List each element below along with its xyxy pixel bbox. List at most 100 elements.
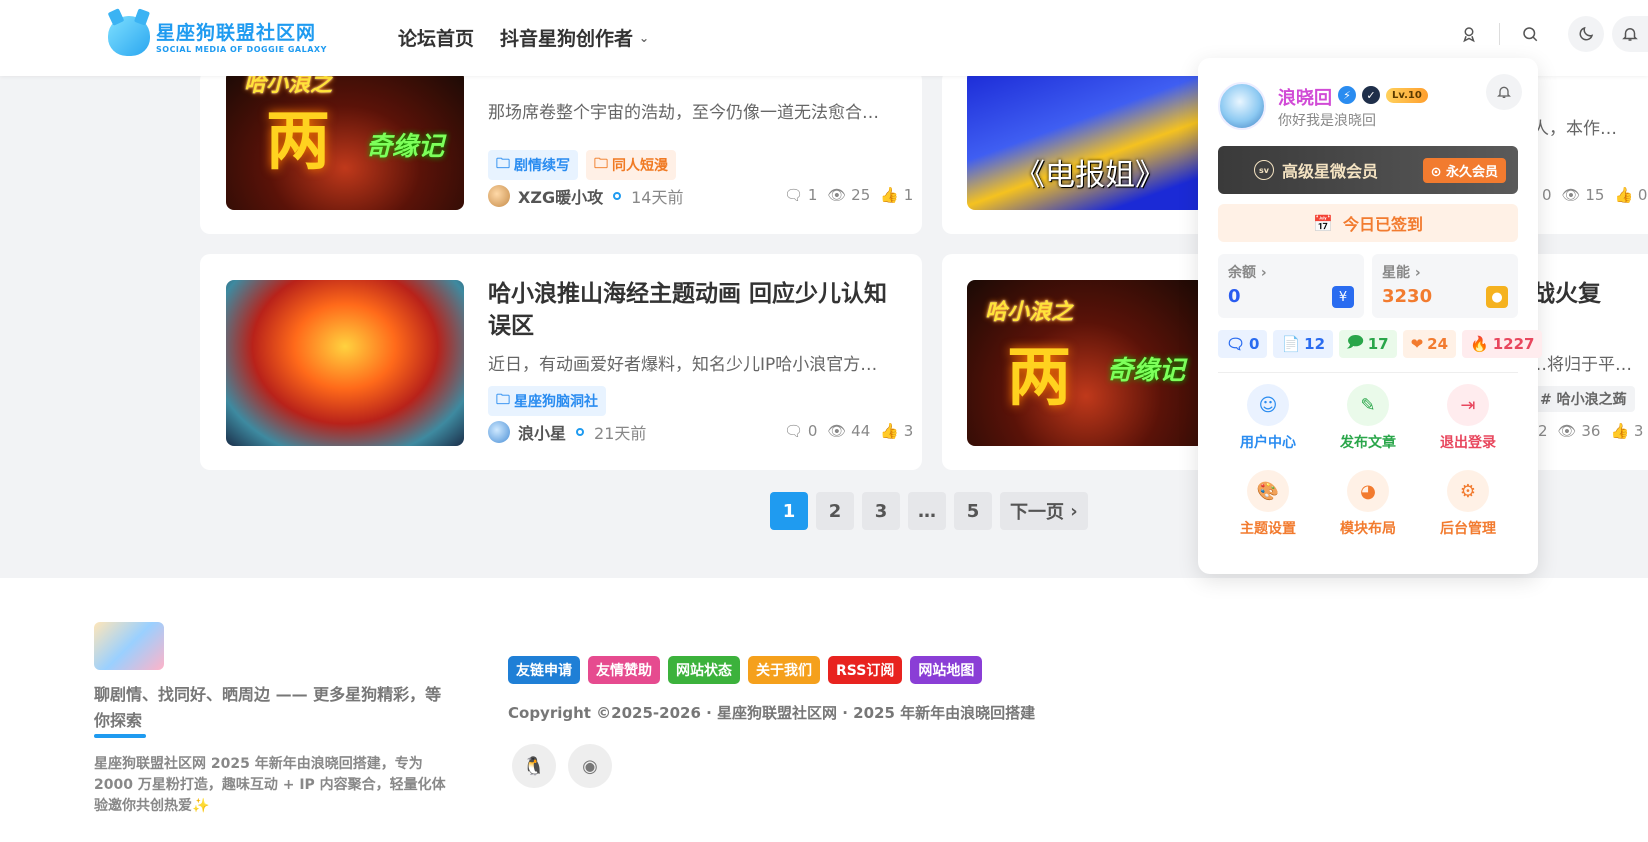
post-thumbnail[interactable]: 《电报姐》: [967, 70, 1205, 210]
link-rss[interactable]: RSS订阅: [828, 656, 903, 684]
thumb-side-text: 奇缘记: [366, 132, 445, 162]
site-logo[interactable]: 星座狗联盟社区网 SOCIAL MEDIA OF DOGGIE GALAXY: [108, 16, 327, 56]
tag-chip[interactable]: 🗀 同人短漫: [586, 150, 676, 180]
logo-title: 星座狗联盟社区网: [156, 22, 317, 44]
sv-badge-icon: sv: [1254, 160, 1274, 180]
energy-label: 星能 ›: [1382, 265, 1421, 281]
post-card[interactable]: 哈小浪推山海经主题动画 回应少儿认知误区 近日，有动画爱好者爆料，知名少儿IP哈…: [200, 254, 922, 470]
slogan-underline: [94, 734, 146, 738]
user-name[interactable]: 浪晓回: [1278, 84, 1332, 110]
panel-divider: [1218, 372, 1518, 373]
qq-icon[interactable]: 🐧: [512, 744, 556, 788]
folder-icon: 🗀: [496, 392, 510, 408]
energy-card[interactable]: 星能 › 3230 ●: [1372, 254, 1518, 318]
tag-chip[interactable]: # 哈小浪之蒟: [1532, 386, 1635, 412]
thumb-big-text: 两: [266, 105, 330, 179]
link-sitemap[interactable]: 网站地图: [910, 656, 983, 684]
nav-forum-home[interactable]: 论坛首页: [398, 24, 474, 51]
user-avatar[interactable]: [1218, 82, 1266, 130]
stat-comments[interactable]: 🗨 0: [1218, 330, 1268, 358]
yuan-icon: ¥: [1332, 286, 1354, 308]
page-3-button[interactable]: 3: [862, 492, 900, 530]
post-time: 21天前: [594, 424, 647, 443]
level-badge: Lv.10: [1386, 87, 1428, 103]
post-author[interactable]: 浪小星: [518, 420, 566, 444]
post-thumbnail[interactable]: 哈小浪之 两 奇缘记: [226, 70, 464, 210]
stat-hot[interactable]: 🔥 1227: [1462, 330, 1543, 358]
footer-description: 星座狗联盟社区网 2025 年新年由浪晓回搭建，专为 2000 万星粉打造，趣味…: [94, 756, 446, 814]
balance-card[interactable]: 余额 › 0 ¥: [1218, 254, 1364, 318]
edit-icon: ✎: [1347, 384, 1389, 426]
search-icon[interactable]: [1512, 16, 1548, 52]
thumb-caption: 《电报姐》: [1015, 158, 1165, 193]
user-icon: ☺: [1247, 384, 1289, 426]
balance-label: 余额 ›: [1228, 265, 1267, 281]
like-count: 👍 1: [880, 186, 914, 204]
like-count: 👍 0: [1614, 186, 1648, 204]
bell-icon[interactable]: [1486, 74, 1522, 110]
link-status[interactable]: 网站状态: [668, 656, 740, 684]
header-divider: [1499, 23, 1500, 45]
avatar[interactable]: [488, 421, 510, 443]
post-thumbnail[interactable]: 哈小浪之 两 奇缘记: [967, 280, 1205, 446]
link-friend-apply[interactable]: 友链申请: [508, 656, 580, 684]
separator-dot: [613, 192, 622, 200]
comment-count: 2: [1538, 422, 1548, 440]
calendar-check-icon: 📅: [1313, 213, 1333, 233]
main-nav: 论坛首页 抖音星狗创作者 ⌄: [398, 24, 649, 51]
user-icon[interactable]: [1451, 16, 1487, 52]
vip-label: 高级星微会员: [1282, 162, 1379, 181]
comment-count: 🗨 0: [784, 422, 818, 440]
like-count: 👍 3: [880, 422, 914, 440]
footer-logo[interactable]: [94, 622, 164, 670]
chevron-down-icon: ⌄: [639, 30, 650, 45]
user-signature: 你好我是浪晓回: [1278, 113, 1376, 129]
vip-banner[interactable]: sv 高级星微会员 ⊙ 永久会员: [1218, 146, 1518, 194]
weibo-icon[interactable]: ◉: [568, 744, 612, 788]
palette-icon: 🎨: [1247, 470, 1289, 512]
page-2-button[interactable]: 2: [816, 492, 854, 530]
stat-posts[interactable]: 📄 12: [1273, 330, 1334, 358]
post-thumbnail[interactable]: [226, 280, 464, 446]
checkin-button[interactable]: 📅 今日已签到: [1218, 204, 1518, 242]
page-1-button[interactable]: 1: [770, 492, 808, 530]
footer-links: 友链申请 友情赞助 网站状态 关于我们 RSS订阅 网站地图: [508, 656, 983, 684]
bell-icon[interactable]: [1612, 16, 1648, 52]
tag-chip[interactable]: 🗀 剧情续写: [488, 150, 578, 180]
menu-admin[interactable]: ⚙ 后台管理: [1418, 470, 1518, 538]
post-excerpt: 人，本作品…: [1532, 119, 1632, 139]
next-page-button[interactable]: 下一页 ›: [1000, 492, 1088, 530]
link-sponsor[interactable]: 友情赞助: [588, 656, 660, 684]
link-about[interactable]: 关于我们: [748, 656, 820, 684]
stat-likes[interactable]: ❤ 24: [1402, 330, 1457, 358]
logo-subtitle: SOCIAL MEDIA OF DOGGIE GALAXY: [156, 45, 327, 54]
menu-user-center[interactable]: ☺ 用户中心: [1218, 384, 1318, 452]
post-title[interactable]: 战火复: [1532, 278, 1601, 310]
avatar[interactable]: [488, 185, 510, 207]
stat-replies[interactable]: 🗩 17: [1339, 330, 1397, 358]
logout-icon: ⇥: [1447, 384, 1489, 426]
logo-mascot-icon: [108, 16, 150, 56]
post-excerpt: …将归于平…: [1530, 355, 1632, 375]
footer-slogan: 聊剧情、找同好、晒周边 —— 更多星狗精彩，等你探索: [94, 685, 442, 730]
post-author[interactable]: XZG暖小攻: [518, 184, 603, 208]
menu-module-layout[interactable]: ◕ 模块布局: [1318, 470, 1418, 538]
pie-chart-icon: ◕: [1347, 470, 1389, 512]
panel-menu: ☺ 用户中心 ✎ 发布文章 ⇥ 退出登录 🎨 主题设置 ◕ 模块布局 ⚙ 后台管…: [1218, 384, 1518, 538]
menu-logout[interactable]: ⇥ 退出登录: [1418, 384, 1518, 452]
view-count: 👁 36: [1557, 422, 1601, 440]
menu-publish-post[interactable]: ✎ 发布文章: [1318, 384, 1418, 452]
view-count: 👁 25: [827, 186, 871, 204]
menu-theme-settings[interactable]: 🎨 主题设置: [1218, 470, 1318, 538]
like-count: 👍 3: [1610, 422, 1644, 440]
view-count: 👁 44: [827, 422, 871, 440]
moon-icon[interactable]: [1568, 16, 1604, 52]
page-5-button[interactable]: 5: [954, 492, 992, 530]
vip-forever-tag: ⊙ 永久会员: [1422, 157, 1506, 183]
post-title[interactable]: 哈小浪推山海经主题动画 回应少儿认知误区: [488, 278, 898, 342]
view-count: 👁 15: [1561, 186, 1605, 204]
post-excerpt: 近日，有动画爱好者爆料，知名少儿IP哈小浪官方…: [488, 355, 878, 375]
post-card[interactable]: 哈小浪之 两 奇缘记 那场席卷整个宇宙的浩劫，至今仍像一道无法愈合… 🗀 剧情续写…: [200, 70, 922, 234]
tag-chip[interactable]: 🗀 星座狗脑洞社: [488, 386, 606, 416]
nav-douyin-creators[interactable]: 抖音星狗创作者 ⌄: [500, 24, 649, 51]
